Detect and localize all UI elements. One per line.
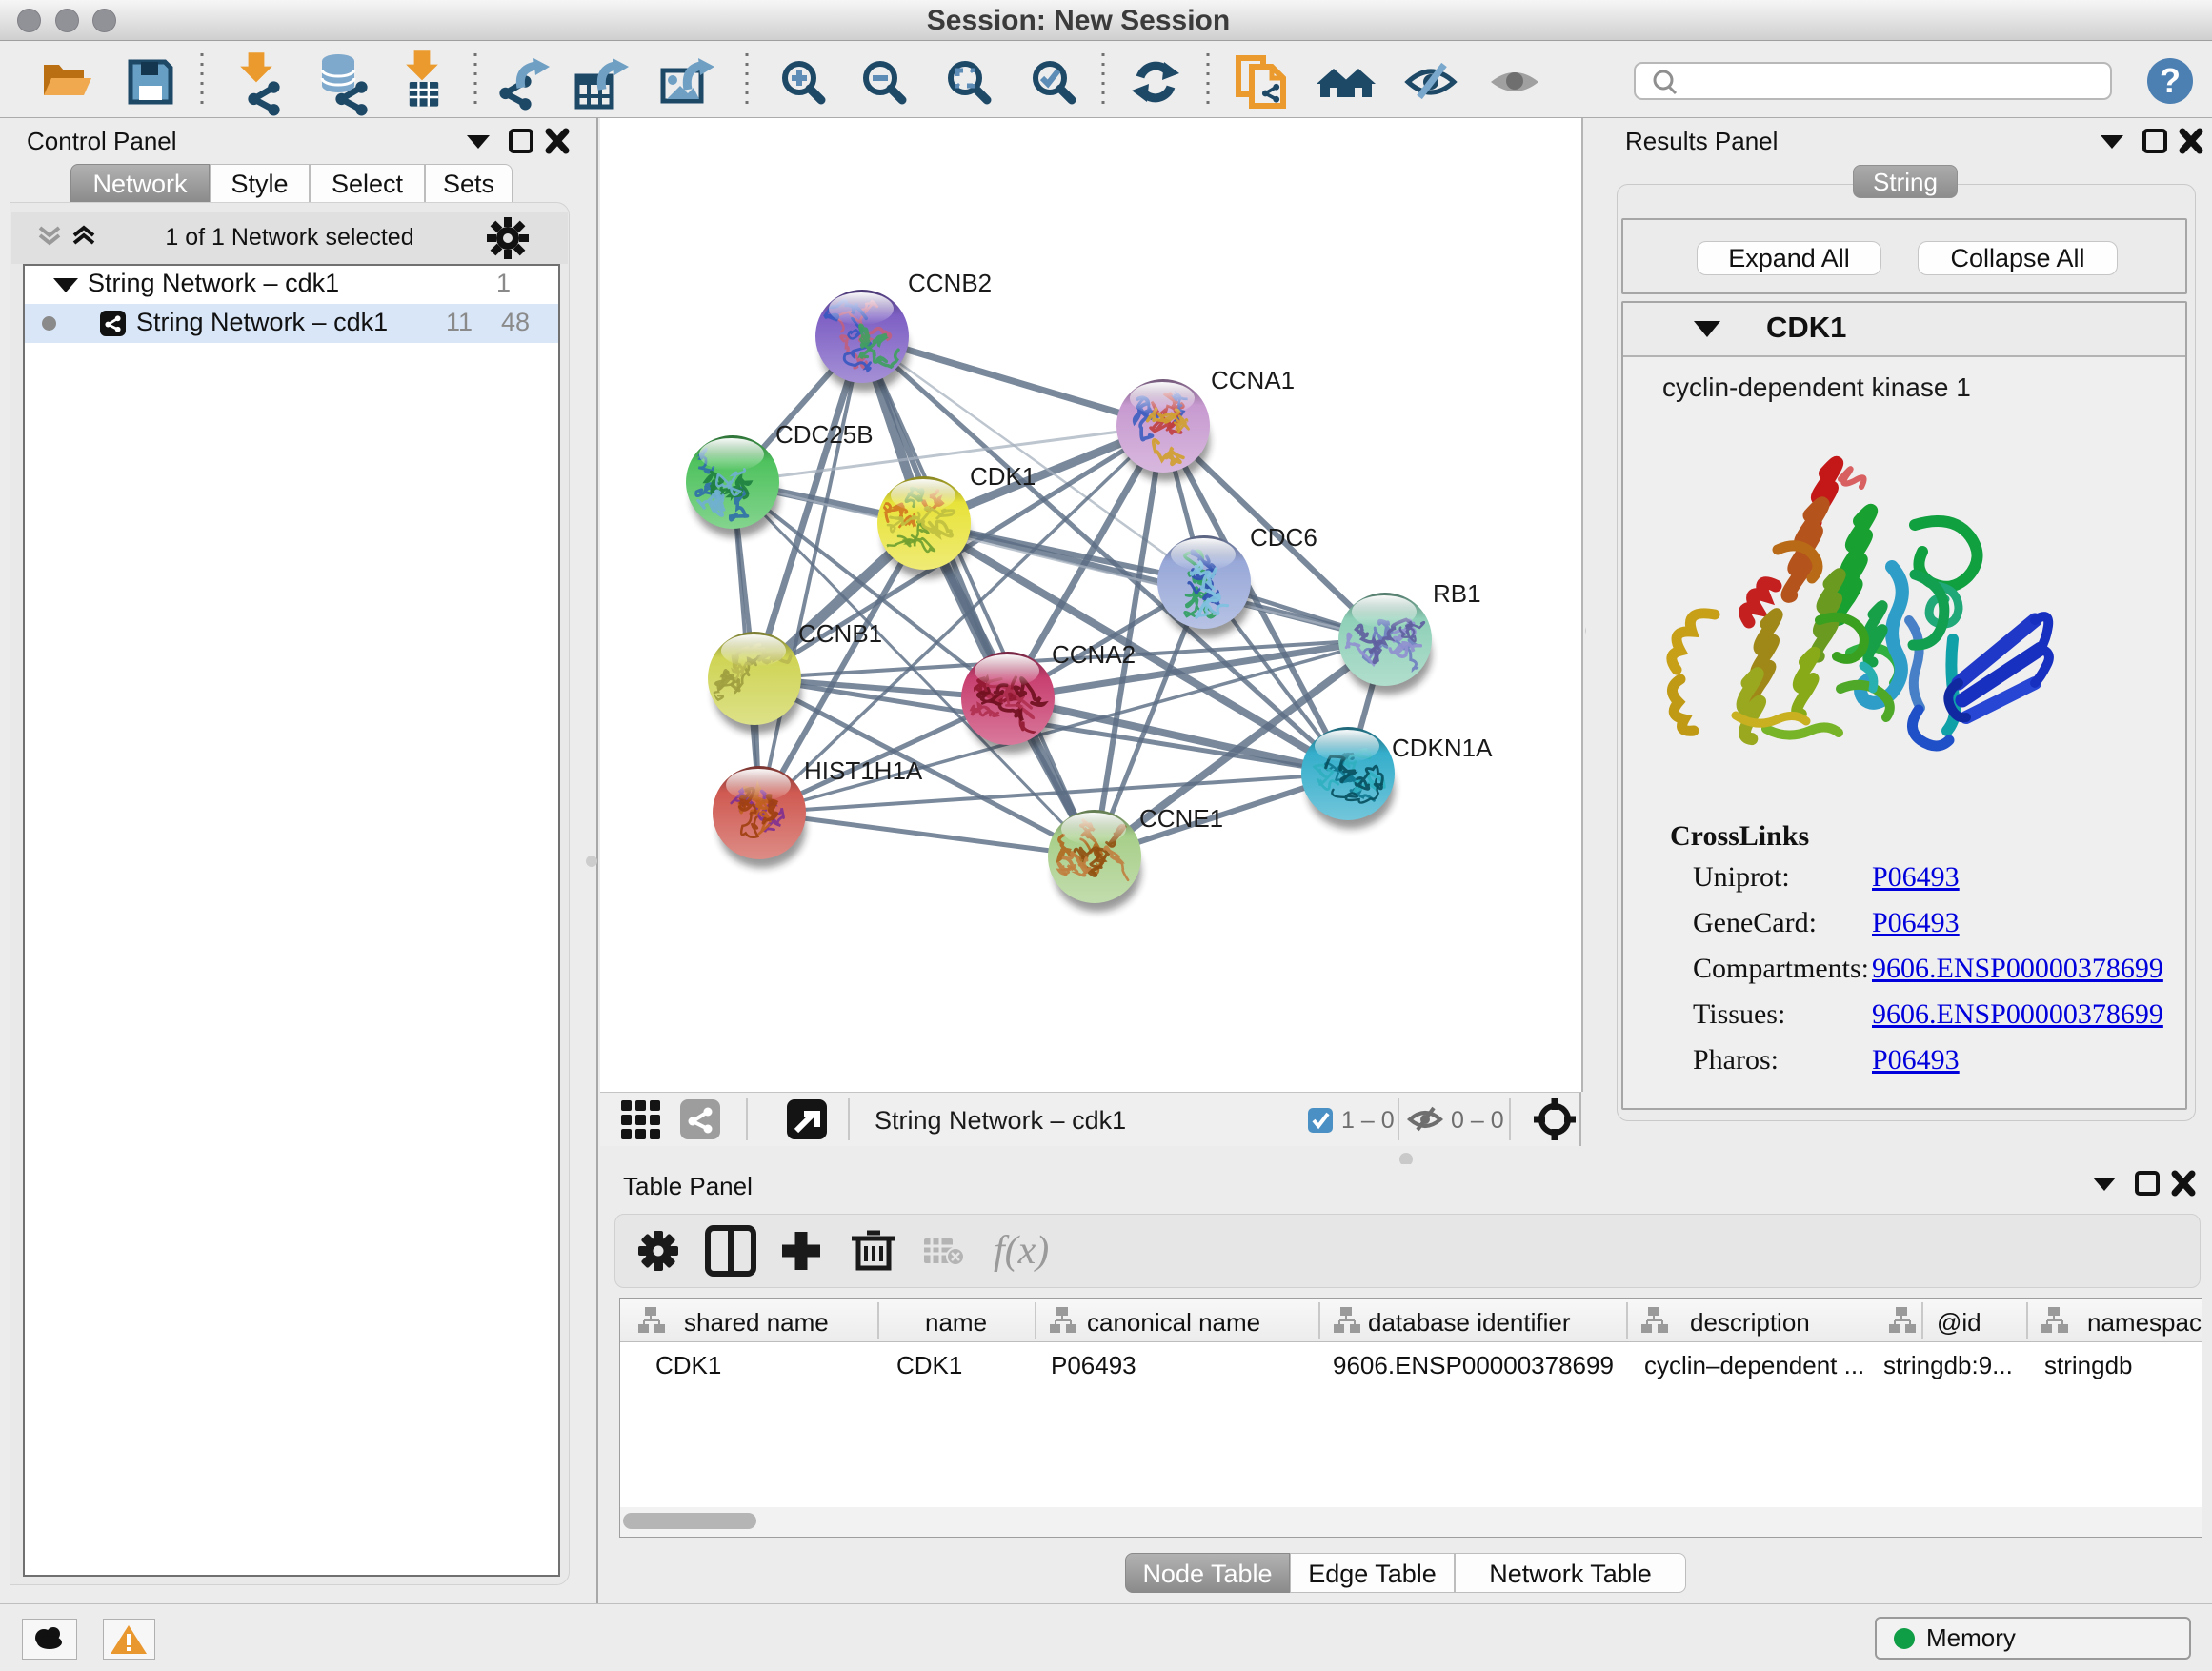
svg-text:9606.ENSP00000378699: 9606.ENSP00000378699 <box>1333 1351 1614 1379</box>
svg-text:HIST1H1A: HIST1H1A <box>804 756 923 785</box>
svg-text:canonical name: canonical name <box>1087 1308 1260 1337</box>
svg-text:f(x): f(x) <box>994 1229 1049 1273</box>
svg-text:CCNB2: CCNB2 <box>908 269 992 297</box>
svg-text:P06493: P06493 <box>1051 1351 1136 1379</box>
svg-text:database identifier: database identifier <box>1368 1308 1571 1337</box>
svg-text:namespac: namespac <box>2087 1308 2202 1337</box>
svg-text:RB1: RB1 <box>1433 579 1481 608</box>
svg-text:shared name: shared name <box>684 1308 829 1337</box>
svg-text:cyclin–dependent ...: cyclin–dependent ... <box>1644 1351 1864 1379</box>
svg-text:description: description <box>1690 1308 1810 1337</box>
svg-text:CDC25B: CDC25B <box>775 420 874 449</box>
svg-text:CDK1: CDK1 <box>655 1351 721 1379</box>
svg-text:CCNA1: CCNA1 <box>1211 366 1295 394</box>
svg-text:CDK1: CDK1 <box>896 1351 962 1379</box>
svg-text:CCNB1: CCNB1 <box>798 619 882 648</box>
svg-text:0 – 0: 0 – 0 <box>1451 1107 1504 1134</box>
svg-text:@id: @id <box>1937 1308 1981 1337</box>
svg-text:stringdb: stringdb <box>2044 1351 2133 1379</box>
svg-text:name: name <box>925 1308 987 1337</box>
svg-text:CDC6: CDC6 <box>1250 523 1317 552</box>
svg-text:CCNE1: CCNE1 <box>1139 804 1223 833</box>
svg-text:?: ? <box>2160 61 2181 100</box>
svg-text:CDKN1A: CDKN1A <box>1392 734 1493 762</box>
svg-text:CCNA2: CCNA2 <box>1052 640 1136 669</box>
svg-text:stringdb:9...: stringdb:9... <box>1883 1351 2013 1379</box>
svg-text:1 – 0: 1 – 0 <box>1341 1107 1395 1134</box>
svg-text:CDK1: CDK1 <box>970 462 1036 491</box>
svg-text:String Network – cdk1: String Network – cdk1 <box>875 1106 1126 1135</box>
